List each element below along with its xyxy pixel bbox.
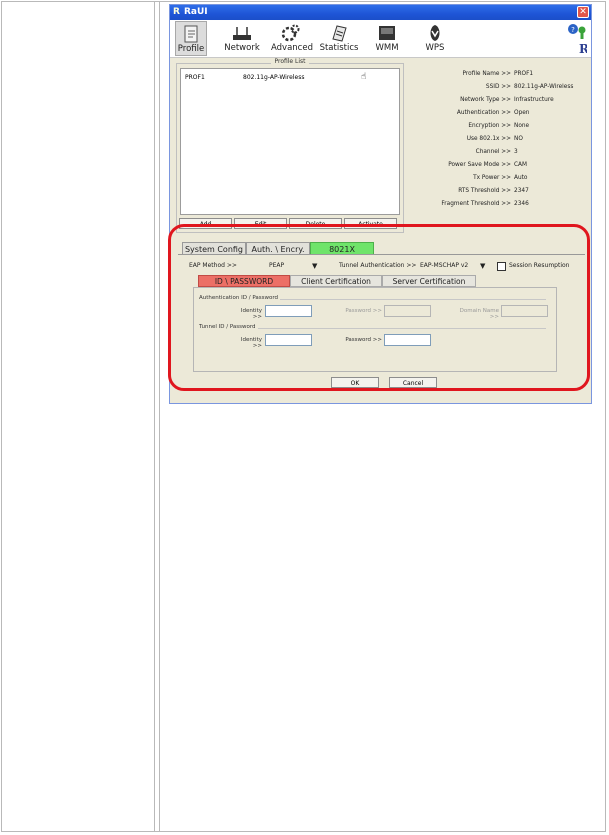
detail-label: SSID >> (485, 84, 511, 90)
detail-label: Encryption >> (468, 123, 511, 129)
detail-value: Infrastructure (514, 97, 554, 103)
detail-value: CAM (514, 162, 528, 168)
detail-label: Profile Name >> (462, 71, 511, 77)
ralink-icon: R (173, 7, 180, 17)
detail-label: Use 802.1x >> (466, 136, 511, 142)
profile-list-title: Profile List (271, 58, 309, 65)
network-icon (233, 27, 251, 40)
detail-value: PROF1 (514, 71, 534, 77)
detail-value: 2347 (514, 188, 529, 194)
tab-statistics[interactable]: Statistics (319, 21, 359, 56)
tab-network-label: Network (224, 43, 260, 53)
profile-list[interactable]: PROF1 802.11g-AP-Wireless ☝ (180, 68, 400, 215)
hand-icon: ☝ (361, 72, 367, 82)
tab-network[interactable]: Network (224, 21, 260, 56)
detail-label: Tx Power >> (473, 175, 511, 181)
tab-wmm[interactable]: WMM (372, 21, 402, 56)
detail-value: 3 (514, 149, 518, 155)
detail-label: Authentication >> (456, 110, 511, 116)
profile-name-cell: PROF1 (185, 74, 205, 81)
detail-label: Network Type >> (460, 97, 511, 103)
left-column (2, 2, 155, 831)
tab-advanced[interactable]: Advanced (271, 21, 313, 56)
tab-profile[interactable]: Profile (175, 21, 207, 56)
advanced-icon (281, 24, 300, 42)
help-icon[interactable]: ? R (567, 23, 587, 57)
detail-label: RTS Threshold >> (458, 188, 511, 194)
statistics-icon (332, 25, 347, 42)
detail-value: None (514, 123, 530, 129)
window-title: RaUI (184, 7, 208, 17)
detail-value: Open (514, 110, 530, 116)
highlight-annotation (168, 224, 590, 391)
detail-label: Power Save Mode >> (448, 162, 511, 168)
tab-advanced-label: Advanced (271, 43, 313, 53)
title-bar: R RaUI ✕ (170, 5, 591, 20)
wps-icon (430, 25, 440, 41)
svg-text:?: ? (571, 26, 575, 34)
svg-text:R: R (579, 42, 587, 56)
profile-icon (184, 25, 198, 43)
profile-list-group: Profile List PROF1 802.11g-AP-Wireless ☝… (176, 58, 404, 233)
tab-statistics-label: Statistics (319, 43, 359, 53)
detail-value: Auto (514, 175, 528, 181)
detail-label: Channel >> (475, 149, 511, 155)
profile-ssid-cell: 802.11g-AP-Wireless (243, 74, 305, 81)
detail-value: 2346 (514, 201, 529, 207)
tab-profile-label: Profile (177, 44, 205, 54)
wmm-icon (379, 26, 395, 40)
tab-wps-label: WPS (425, 43, 445, 53)
toolbar: Profile Network Advanced Statistics WMM … (170, 20, 591, 58)
tab-wps[interactable]: WPS (420, 21, 450, 56)
tab-wmm-label: WMM (375, 43, 399, 53)
detail-value: 802.11g-AP-Wireless (514, 84, 574, 90)
close-button[interactable]: ✕ (577, 6, 589, 18)
detail-value: NO (514, 136, 523, 142)
detail-label: Fragment Threshold >> (441, 201, 511, 207)
